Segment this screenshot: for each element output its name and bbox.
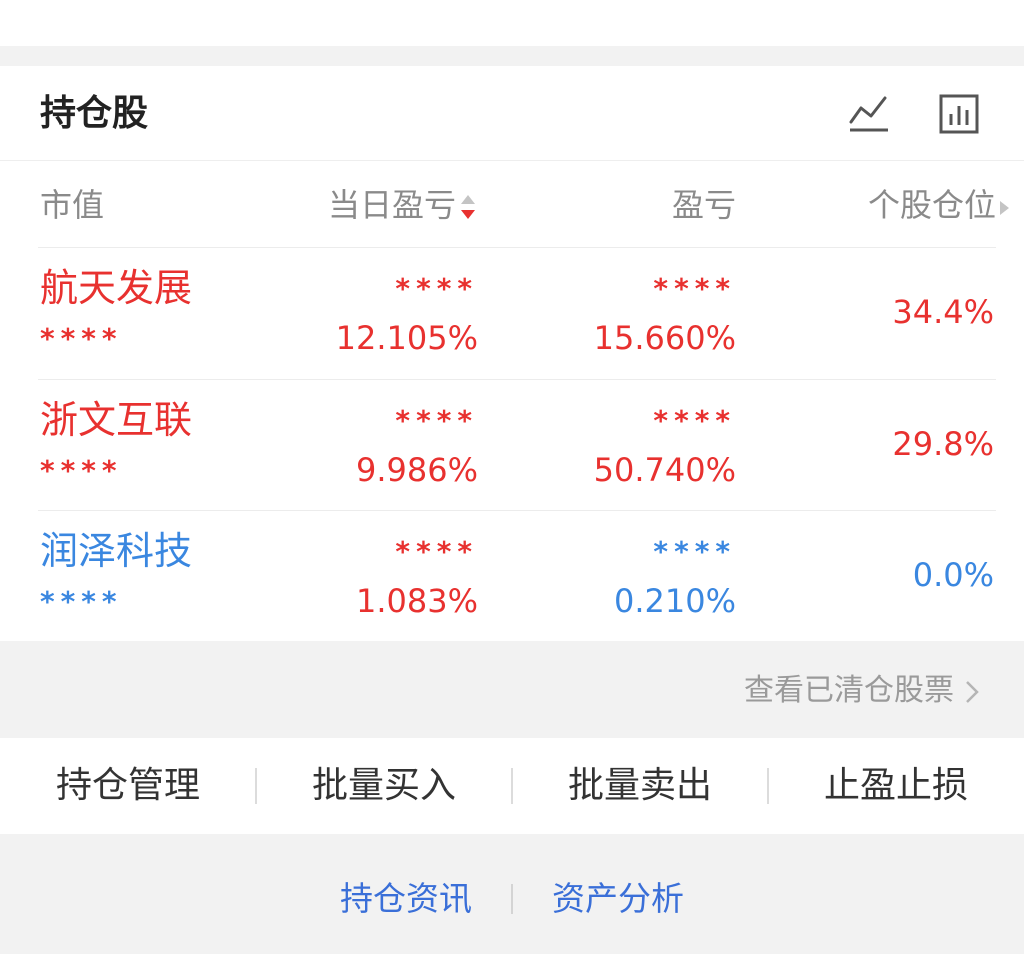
market-value-masked: **** xyxy=(40,454,123,487)
section-title: 持仓股 xyxy=(40,93,149,134)
daily-pnl-masked: **** xyxy=(395,404,478,437)
position-ratio: 34.4% xyxy=(892,293,994,331)
col-daily-pnl[interactable]: 当日盈亏 xyxy=(328,185,478,225)
daily-pnl-pct: 1.083% xyxy=(355,582,478,620)
bottom-links: 持仓资讯 资产分析 xyxy=(0,834,1024,954)
pnl-masked: **** xyxy=(653,404,736,437)
col-position[interactable]: 个股仓位 xyxy=(868,185,1010,227)
pnl-masked: **** xyxy=(653,272,736,305)
manage-holdings-button[interactable]: 持仓管理 xyxy=(0,766,256,806)
pnl-pct: 50.740% xyxy=(593,451,736,489)
asset-analysis-link[interactable]: 资产分析 xyxy=(552,880,684,918)
market-value-masked: **** xyxy=(40,585,123,618)
pnl-pct: 15.660% xyxy=(593,319,736,357)
stock-name: 浙文互联 xyxy=(40,398,193,442)
cleared-stocks-area: 查看已清仓股票 xyxy=(0,641,1024,738)
position-ratio: 0.0% xyxy=(912,556,994,594)
stock-name: 航天发展 xyxy=(40,266,193,310)
separator xyxy=(511,884,513,914)
view-cleared-label: 查看已清仓股票 xyxy=(744,673,954,708)
col-daily-pnl-label: 当日盈亏 xyxy=(327,186,456,224)
take-profit-stop-loss-button[interactable]: 止盈止损 xyxy=(768,766,1024,806)
pnl-pct: 0.210% xyxy=(613,582,736,620)
col-market-value[interactable]: 市值 xyxy=(40,185,104,225)
action-bar: 持仓管理 批量买入 批量卖出 止盈止损 xyxy=(0,738,1024,834)
col-position-label: 个股仓位 xyxy=(867,186,996,224)
table-row[interactable]: 润泽科技 **** **** 1.083% **** 0.210% 0.0% xyxy=(0,511,1024,642)
table-row[interactable]: 浙文互联 **** **** 9.986% **** 50.740% 29.8% xyxy=(0,380,1024,511)
market-value-masked: **** xyxy=(40,322,123,355)
bar-chart-icon[interactable] xyxy=(937,92,981,136)
batch-buy-button[interactable]: 批量买入 xyxy=(256,766,512,806)
holdings-header: 持仓股 xyxy=(0,66,1024,161)
view-cleared-stocks-link[interactable]: 查看已清仓股票 xyxy=(744,673,980,709)
column-header: 市值 当日盈亏 盈亏 个股仓位 xyxy=(0,161,1024,248)
holdings-news-link[interactable]: 持仓资讯 xyxy=(340,880,472,918)
line-chart-icon[interactable] xyxy=(847,92,891,136)
section-gap xyxy=(0,46,1024,66)
position-ratio: 29.8% xyxy=(892,425,994,463)
top-bar xyxy=(0,0,1024,46)
sort-desc-icon xyxy=(458,191,478,223)
daily-pnl-masked: **** xyxy=(395,272,478,305)
chevron-right-icon xyxy=(964,673,980,709)
daily-pnl-masked: **** xyxy=(395,535,478,568)
table-row[interactable]: 航天发展 **** **** 12.105% **** 15.660% 34.4… xyxy=(0,248,1024,379)
caret-right-icon xyxy=(998,187,1010,227)
col-pnl[interactable]: 盈亏 xyxy=(672,185,736,225)
daily-pnl-pct: 12.105% xyxy=(335,319,478,357)
pnl-masked: **** xyxy=(653,535,736,568)
daily-pnl-pct: 9.986% xyxy=(355,451,478,489)
batch-sell-button[interactable]: 批量卖出 xyxy=(512,766,768,806)
stock-name: 润泽科技 xyxy=(40,529,193,573)
